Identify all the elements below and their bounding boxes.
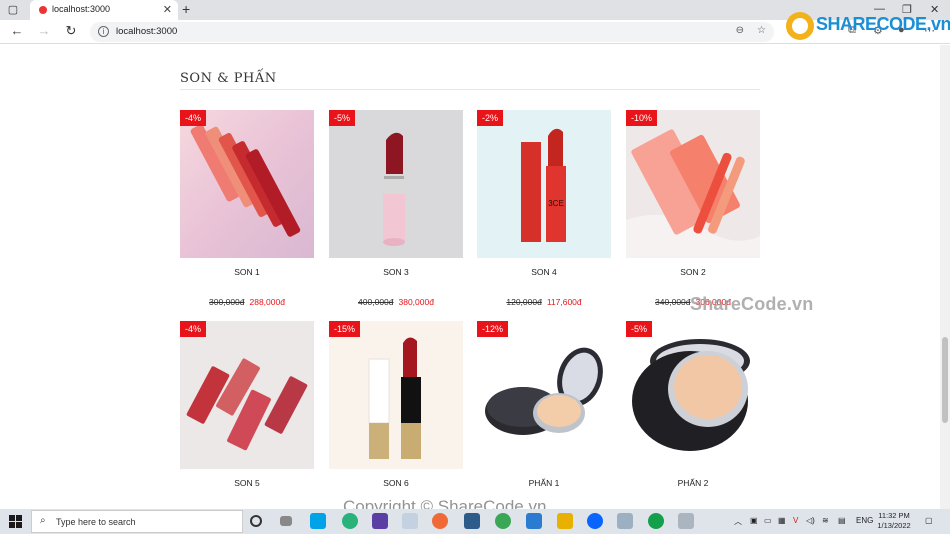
wifi-icon[interactable]: ≋ — [822, 516, 829, 525]
app-icon[interactable] — [464, 513, 480, 529]
product-name[interactable]: SON 6 — [329, 478, 463, 488]
taskbar-search[interactable]: ⌕ Type here to search — [31, 510, 243, 533]
product-image[interactable]: -10% — [626, 110, 760, 258]
svg-text:3CE: 3CE — [548, 199, 564, 208]
product-card[interactable]: -5% SON 3 400,000đ 380,000đ — [329, 110, 463, 307]
old-price: 120,000đ — [506, 297, 542, 307]
discount-badge: -12% — [477, 321, 509, 337]
discount-badge: -4% — [180, 321, 207, 337]
page-scrollbar[interactable] — [940, 45, 950, 509]
discount-badge: -10% — [626, 110, 658, 126]
product-name[interactable]: PHẤN 1 — [477, 478, 611, 488]
zalo-icon[interactable] — [587, 513, 603, 529]
product-card[interactable]: -4% SON 5 — [180, 321, 314, 488]
logo-text: SHARECODE.vn — [816, 14, 950, 34]
tray-chevron-icon[interactable]: ︿ — [734, 516, 742, 527]
section-divider — [180, 89, 760, 90]
product-name[interactable]: SON 5 — [180, 478, 314, 488]
product-card[interactable]: -10% SON 2 340,000đ 306,000đ — [626, 110, 760, 307]
watermark-text: ShareCode.vn — [690, 294, 814, 314]
taskbar-clock[interactable]: 11:32 PM 1/13/2022 — [870, 511, 918, 531]
product-name[interactable]: SON 1 — [180, 267, 314, 277]
search-icon: ⌕ — [40, 515, 46, 526]
logo-mark-icon — [786, 12, 814, 40]
product-image[interactable]: -4% — [180, 321, 314, 469]
product-name[interactable]: SON 3 — [329, 267, 463, 277]
product-card[interactable]: -5% PHẤN 2 — [626, 321, 760, 488]
address-url[interactable]: localhost:3000 — [116, 26, 177, 37]
product-prices: 300,000đ 288,000đ — [180, 297, 314, 307]
sale-price: 380,000đ — [398, 297, 434, 307]
windows-taskbar: ⌕ Type here to search ︿ ▣ ▭ ▦ V ◁) ≋ ▤ E… — [0, 509, 950, 534]
section-title: SON & PHẤN — [180, 71, 277, 86]
file-explorer-icon[interactable] — [557, 513, 573, 529]
zoom-icon[interactable]: ⊖ — [736, 25, 744, 36]
discount-badge: -4% — [180, 110, 207, 126]
discount-badge: -2% — [477, 110, 504, 126]
clock-date: 1/13/2022 — [877, 521, 911, 530]
back-icon[interactable]: ← — [9, 23, 25, 38]
product-card[interactable]: -12% PHẤN 1 — [477, 321, 611, 488]
product-prices: 120,000đ 117,600đ — [477, 297, 611, 307]
page-content: SON & PHẤN -4% SON 1 300,000đ 288,000đ -… — [0, 45, 940, 509]
sale-price: 117,600đ — [546, 297, 582, 307]
discount-badge: -5% — [626, 321, 653, 337]
reload-icon[interactable]: ↻ — [63, 23, 79, 39]
notifications-icon[interactable]: ▢ — [925, 516, 933, 525]
product-name[interactable]: SON 2 — [626, 267, 760, 277]
close-tab-icon[interactable]: ✕ — [163, 3, 172, 16]
product-image[interactable]: -12% — [477, 321, 611, 469]
task-view-icon[interactable] — [280, 516, 292, 526]
skype-icon[interactable] — [310, 513, 326, 529]
product-image[interactable]: -4% — [180, 110, 314, 258]
app-icon[interactable] — [678, 513, 694, 529]
sale-price: 288,000đ — [249, 297, 285, 307]
battery-icon[interactable]: ▭ — [764, 516, 772, 525]
tray-app-icon[interactable]: ▣ — [750, 516, 758, 525]
unikey-icon[interactable]: V — [793, 516, 798, 525]
old-price: 300,000đ — [209, 297, 245, 307]
vscode-icon[interactable] — [526, 513, 542, 529]
product-name[interactable]: SON 4 — [477, 267, 611, 277]
app-icon[interactable] — [372, 513, 388, 529]
clock-time: 11:32 PM — [878, 511, 910, 520]
taskbar-search-placeholder[interactable]: Type here to search — [56, 517, 136, 527]
keyboard-icon[interactable]: ▤ — [838, 516, 846, 525]
product-name[interactable]: PHẤN 2 — [626, 478, 760, 488]
app-icon[interactable] — [617, 513, 633, 529]
discount-badge: -15% — [329, 321, 361, 337]
product-image[interactable]: -5% — [626, 321, 760, 469]
tab-actions-icon[interactable]: ▢ — [6, 3, 20, 17]
app-icon[interactable] — [495, 513, 511, 529]
discount-badge: -5% — [329, 110, 356, 126]
app-icon[interactable] — [402, 513, 418, 529]
product-card[interactable]: -4% SON 1 300,000đ 288,000đ — [180, 110, 314, 307]
forward-icon[interactable]: → — [36, 23, 52, 38]
copyright-overlay: Copyright © ShareCode.vn — [343, 497, 547, 509]
product-image[interactable]: 3CE -2% — [477, 110, 611, 258]
volume-icon[interactable]: ◁) — [806, 516, 815, 525]
old-price: 400,000đ — [358, 297, 394, 307]
site-favicon-icon — [39, 6, 47, 14]
product-image[interactable]: -5% — [329, 110, 463, 258]
tab-title: localhost:3000 — [52, 4, 111, 14]
edge-icon[interactable] — [342, 513, 358, 529]
address-bar[interactable]: i localhost:3000 ⊖ ☆ — [90, 22, 774, 42]
new-tab-icon[interactable]: + — [182, 1, 190, 17]
app-icon[interactable] — [648, 513, 664, 529]
app-icon[interactable] — [432, 513, 448, 529]
product-prices: 400,000đ 380,000đ — [329, 297, 463, 307]
browser-tab[interactable]: localhost:3000 ✕ — [30, 0, 178, 20]
site-info-icon[interactable]: i — [98, 26, 109, 37]
product-card[interactable]: -15% SON 6 — [329, 321, 463, 488]
cortana-icon[interactable] — [250, 515, 262, 527]
product-card[interactable]: 3CE -2% SON 4 120,000đ 117,600đ — [477, 110, 611, 307]
windows-start-icon[interactable] — [9, 515, 22, 528]
favorites-star-icon[interactable]: ☆ — [757, 25, 766, 36]
old-price: 340,000đ — [655, 297, 691, 307]
scrollbar-thumb[interactable] — [942, 337, 948, 423]
product-image[interactable]: -15% — [329, 321, 463, 469]
tray-app-icon[interactable]: ▦ — [778, 516, 786, 525]
